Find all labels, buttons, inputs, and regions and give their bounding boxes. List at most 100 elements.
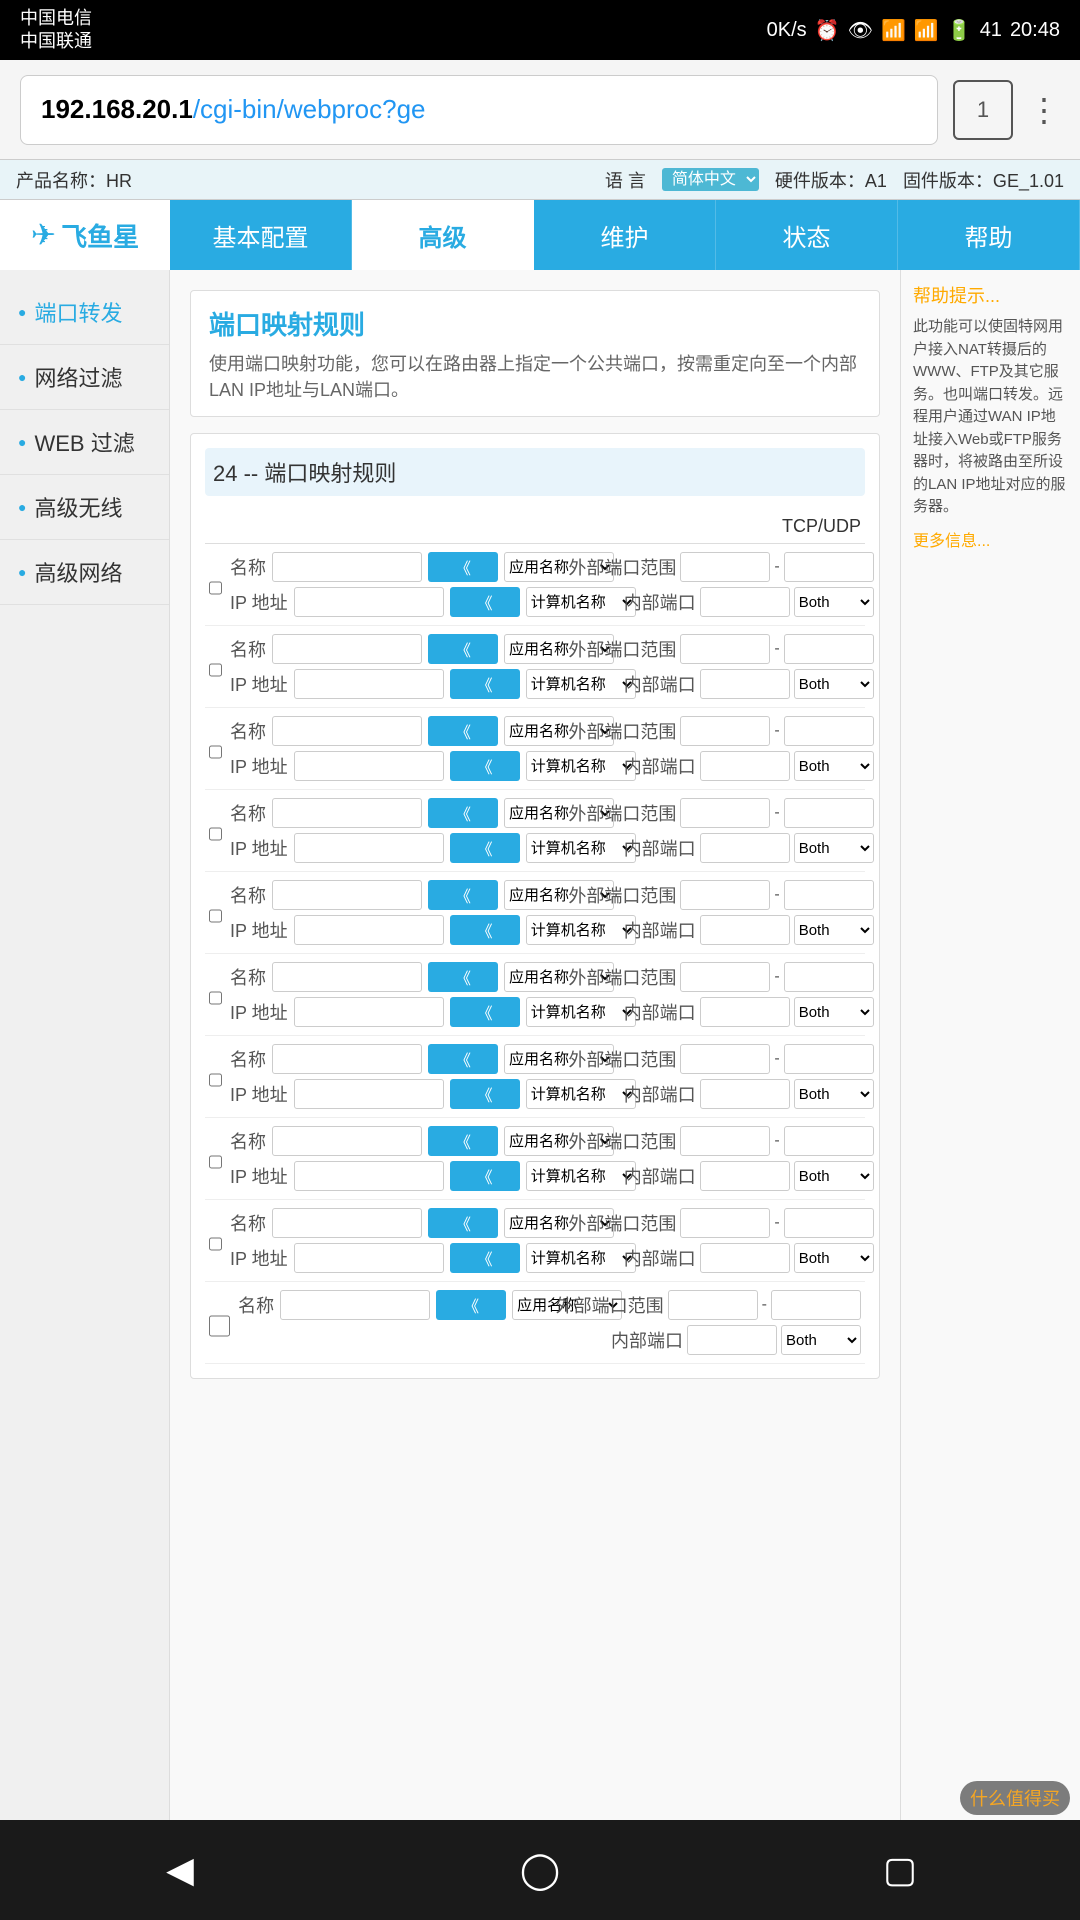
- row6-int-port[interactable]: [700, 997, 790, 1027]
- row1-ip-input[interactable]: [294, 587, 444, 617]
- row4-comp-select[interactable]: 计算机名称: [526, 833, 636, 863]
- row2-both-select[interactable]: Both: [794, 669, 874, 699]
- row9-comp-select[interactable]: 计算机名称: [526, 1243, 636, 1273]
- row3-checkbox[interactable]: [209, 738, 222, 766]
- row4-int-port[interactable]: [700, 833, 790, 863]
- row9-arrow-btn[interactable]: 《: [428, 1208, 498, 1238]
- row9-ip-input[interactable]: [294, 1243, 444, 1273]
- row5-ip-input[interactable]: [294, 915, 444, 945]
- sidebar-item-adv-network[interactable]: ● 高级网络: [0, 540, 169, 605]
- row6-comp-select[interactable]: 计算机名称: [526, 997, 636, 1027]
- row4-ip-input[interactable]: [294, 833, 444, 863]
- row5-ext-port1[interactable]: [680, 880, 770, 910]
- row10-arrow-btn[interactable]: 《: [436, 1290, 506, 1320]
- row6-both-select[interactable]: Both: [794, 997, 874, 1027]
- row5-int-port[interactable]: [700, 915, 790, 945]
- recent-button[interactable]: ▢: [865, 1835, 935, 1905]
- row8-checkbox[interactable]: [209, 1148, 222, 1176]
- row2-int-port[interactable]: [700, 669, 790, 699]
- nav-tab-basic[interactable]: 基本配置: [170, 200, 352, 270]
- row5-ext-port2[interactable]: [784, 880, 874, 910]
- row1-ext-port1[interactable]: [680, 552, 770, 582]
- row4-ext-port2[interactable]: [784, 798, 874, 828]
- row8-ip-input[interactable]: [294, 1161, 444, 1191]
- back-button[interactable]: ◀: [145, 1835, 215, 1905]
- row1-comp-select[interactable]: 计算机名称: [526, 587, 636, 617]
- row10-ext-port1[interactable]: [668, 1290, 758, 1320]
- row9-int-port[interactable]: [700, 1243, 790, 1273]
- row3-comp-select[interactable]: 计算机名称: [526, 751, 636, 781]
- row1-int-port[interactable]: [700, 587, 790, 617]
- tab-count[interactable]: 1: [953, 80, 1013, 140]
- row5-ip-arrow-btn[interactable]: 《: [450, 915, 520, 945]
- row1-arrow-btn[interactable]: 《: [428, 552, 498, 582]
- row6-ip-input[interactable]: [294, 997, 444, 1027]
- sidebar-item-port-forward[interactable]: ● 端口转发: [0, 280, 169, 345]
- row3-ext-port1[interactable]: [680, 716, 770, 746]
- row7-comp-select[interactable]: 计算机名称: [526, 1079, 636, 1109]
- sidebar-item-net-filter[interactable]: ● 网络过滤: [0, 345, 169, 410]
- row8-comp-select[interactable]: 计算机名称: [526, 1161, 636, 1191]
- row4-ext-port1[interactable]: [680, 798, 770, 828]
- nav-tab-help[interactable]: 帮助: [898, 200, 1080, 270]
- row2-ip-arrow-btn[interactable]: 《: [450, 669, 520, 699]
- row7-name-input[interactable]: [272, 1044, 422, 1074]
- row2-checkbox[interactable]: [209, 656, 222, 684]
- row6-name-input[interactable]: [272, 962, 422, 992]
- row5-name-input[interactable]: [272, 880, 422, 910]
- row4-arrow-btn[interactable]: 《: [428, 798, 498, 828]
- row10-checkbox[interactable]: [209, 1312, 230, 1340]
- row1-both-select[interactable]: Both: [794, 587, 874, 617]
- row5-checkbox[interactable]: [209, 902, 222, 930]
- row1-name-input[interactable]: [272, 552, 422, 582]
- row3-name-input[interactable]: [272, 716, 422, 746]
- row7-ext-port2[interactable]: [784, 1044, 874, 1074]
- row5-both-select[interactable]: Both: [794, 915, 874, 945]
- row4-name-input[interactable]: [272, 798, 422, 828]
- row2-ext-port2[interactable]: [784, 634, 874, 664]
- row3-ext-port2[interactable]: [784, 716, 874, 746]
- menu-button[interactable]: ⋮: [1028, 91, 1060, 129]
- row7-checkbox[interactable]: [209, 1066, 222, 1094]
- row3-both-select[interactable]: Both: [794, 751, 874, 781]
- row1-ip-arrow-btn[interactable]: 《: [450, 587, 520, 617]
- row6-arrow-btn[interactable]: 《: [428, 962, 498, 992]
- row10-int-port[interactable]: [687, 1325, 777, 1355]
- lang-select[interactable]: 简体中文: [662, 168, 759, 191]
- home-button[interactable]: ◯: [505, 1835, 575, 1905]
- nav-tab-status[interactable]: 状态: [716, 200, 898, 270]
- row10-both-select[interactable]: Both: [781, 1325, 861, 1355]
- row5-arrow-btn[interactable]: 《: [428, 880, 498, 910]
- row8-name-input[interactable]: [272, 1126, 422, 1156]
- row6-ext-port1[interactable]: [680, 962, 770, 992]
- row9-ext-port1[interactable]: [680, 1208, 770, 1238]
- row6-ip-arrow-btn[interactable]: 《: [450, 997, 520, 1027]
- row1-checkbox[interactable]: [209, 574, 222, 602]
- sidebar-item-adv-wireless[interactable]: ● 高级无线: [0, 475, 169, 540]
- row2-arrow-btn[interactable]: 《: [428, 634, 498, 664]
- row7-ip-input[interactable]: [294, 1079, 444, 1109]
- nav-tab-advanced[interactable]: 高级: [352, 200, 534, 270]
- row3-arrow-btn[interactable]: 《: [428, 716, 498, 746]
- nav-tab-maintain[interactable]: 维护: [534, 200, 716, 270]
- sidebar-item-web-filter[interactable]: ● WEB 过滤: [0, 410, 169, 475]
- help-title[interactable]: 帮助提示...: [913, 282, 1068, 308]
- row7-both-select[interactable]: Both: [794, 1079, 874, 1109]
- row2-name-input[interactable]: [272, 634, 422, 664]
- url-bar[interactable]: 192.168.20.1/cgi-bin/webproc?ge: [20, 75, 938, 145]
- row1-ext-port2[interactable]: [784, 552, 874, 582]
- row7-int-port[interactable]: [700, 1079, 790, 1109]
- help-more-link[interactable]: 更多信息...: [913, 527, 1068, 551]
- row9-checkbox[interactable]: [209, 1230, 222, 1258]
- row8-int-port[interactable]: [700, 1161, 790, 1191]
- row8-ip-arrow-btn[interactable]: 《: [450, 1161, 520, 1191]
- row7-ext-port1[interactable]: [680, 1044, 770, 1074]
- row7-arrow-btn[interactable]: 《: [428, 1044, 498, 1074]
- row3-ip-arrow-btn[interactable]: 《: [450, 751, 520, 781]
- row9-ext-port2[interactable]: [784, 1208, 874, 1238]
- row5-comp-select[interactable]: 计算机名称: [526, 915, 636, 945]
- row3-int-port[interactable]: [700, 751, 790, 781]
- row8-ext-port2[interactable]: [784, 1126, 874, 1156]
- row4-ip-arrow-btn[interactable]: 《: [450, 833, 520, 863]
- row9-name-input[interactable]: [272, 1208, 422, 1238]
